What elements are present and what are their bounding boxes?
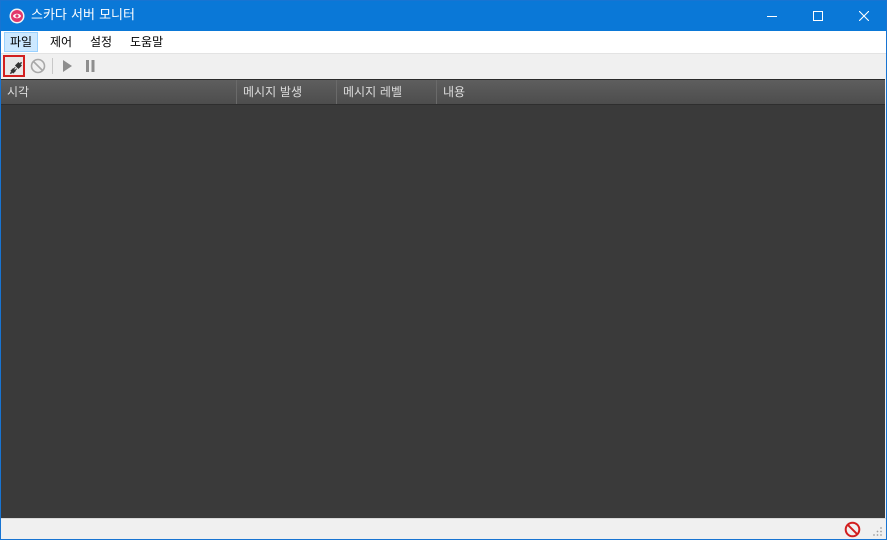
menu-help[interactable]: 도움말 xyxy=(124,32,169,52)
minimize-button[interactable] xyxy=(749,1,795,31)
column-header-level[interactable]: 메시지 레벨 xyxy=(337,80,437,104)
grid-body[interactable] xyxy=(1,105,885,519)
toolbar-separator xyxy=(52,58,53,74)
disconnect-prohibited-icon xyxy=(30,58,46,74)
column-header-content[interactable]: 내용 xyxy=(437,80,885,104)
disconnect-button[interactable] xyxy=(27,55,49,77)
app-window: 스카다 서버 모니터 파일 제어 설정 도움말 시각 메시지 발생 메시지 레벨… xyxy=(0,0,887,540)
menu-settings[interactable]: 설정 xyxy=(84,32,118,52)
app-logo-icon xyxy=(9,8,25,24)
title-bar[interactable]: 스카다 서버 모니터 xyxy=(1,1,886,31)
log-grid[interactable]: 시각 메시지 발생 메시지 레벨 내용 xyxy=(1,79,885,519)
close-button[interactable] xyxy=(841,1,886,31)
status-bar xyxy=(1,518,886,539)
menu-file[interactable]: 파일 xyxy=(4,32,39,52)
connect-button[interactable] xyxy=(3,55,25,77)
play-icon xyxy=(63,60,72,72)
column-header-source[interactable]: 메시지 발생 xyxy=(237,80,337,104)
toolbar xyxy=(1,54,886,78)
menu-control[interactable]: 제어 xyxy=(44,32,78,52)
resize-grip-icon[interactable] xyxy=(871,525,883,537)
menu-bar: 파일 제어 설정 도움말 xyxy=(1,31,886,54)
grid-header: 시각 메시지 발생 메시지 레벨 내용 xyxy=(1,80,885,105)
maximize-icon xyxy=(813,11,823,21)
column-header-time[interactable]: 시각 xyxy=(1,80,237,104)
plug-connect-icon xyxy=(9,61,23,75)
pause-button[interactable] xyxy=(79,55,101,77)
window-title: 스카다 서버 모니터 xyxy=(31,8,135,23)
pause-icon xyxy=(86,60,95,72)
disconnected-prohibited-icon xyxy=(844,521,861,538)
start-button[interactable] xyxy=(56,55,78,77)
maximize-button[interactable] xyxy=(795,1,841,31)
close-icon xyxy=(859,11,869,21)
minimize-icon xyxy=(767,16,777,17)
